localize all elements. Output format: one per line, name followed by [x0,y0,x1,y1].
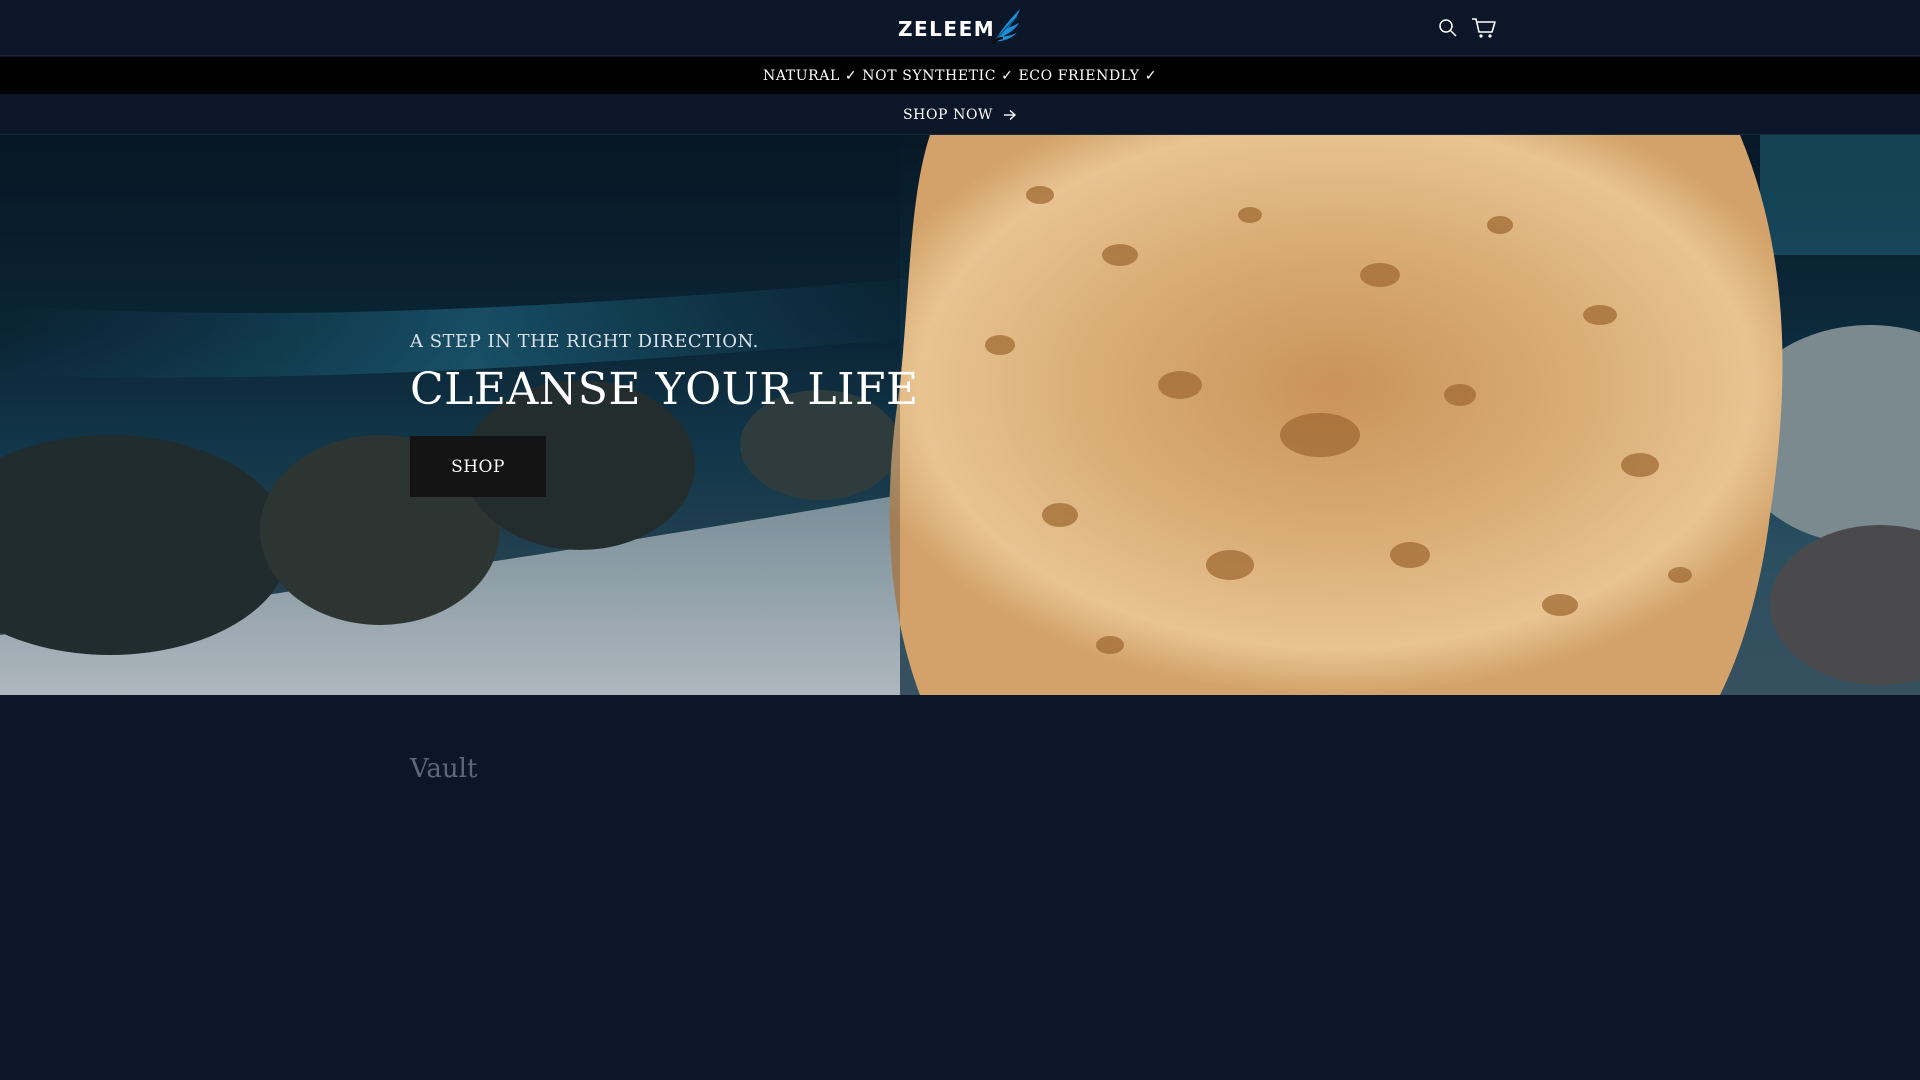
section-title: Vault [410,754,478,784]
arrow-right-icon [1004,109,1017,120]
site-logo[interactable]: ZELEEM [898,6,1022,52]
hero-shop-button[interactable]: SHOP [410,436,546,498]
announcement-text: NATURAL ✓ NOT SYNTHETIC ✓ ECO FRIENDLY ✓ [762,67,1158,84]
hero-content: A STEP IN THE RIGHT DIRECTION. CLEANSE Y… [410,331,970,498]
hero-banner: A STEP IN THE RIGHT DIRECTION. CLEANSE Y… [0,135,1920,695]
cart-button[interactable] [1470,14,1498,42]
search-button[interactable] [1434,14,1462,42]
hero-eyebrow: A STEP IN THE RIGHT DIRECTION. [410,331,759,352]
cart-icon [1472,18,1496,38]
wing-icon [991,8,1021,45]
site-header: ZELEEM [0,0,1920,56]
shop-now-bar: SHOP NOW [0,95,1920,135]
announcement-bar: NATURAL ✓ NOT SYNTHETIC ✓ ECO FRIENDLY ✓ [0,57,1920,94]
search-icon [1439,19,1457,37]
hero-title: CLEANSE YOUR LIFE [410,364,919,415]
shop-now-label: SHOP NOW [902,106,994,123]
shop-now-link[interactable]: SHOP NOW [903,107,1017,123]
logo-text: ZELEEM [898,17,996,41]
